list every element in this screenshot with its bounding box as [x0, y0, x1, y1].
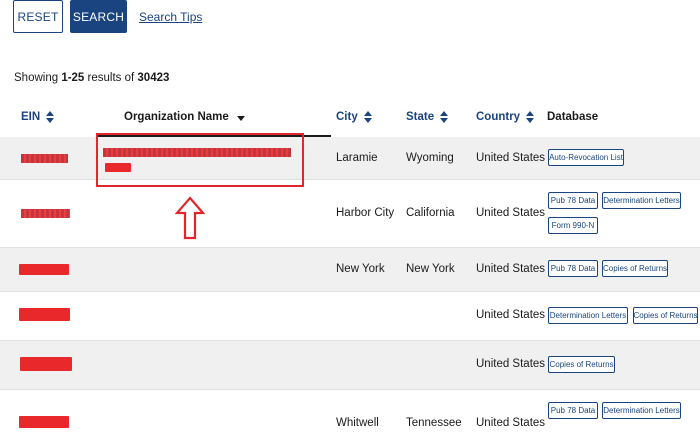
state-header-label: State: [406, 111, 435, 123]
state-cell: Tennessee: [406, 417, 462, 429]
column-header-country[interactable]: Country: [476, 111, 535, 123]
city-cell: Whitwell: [336, 417, 379, 429]
database-tag-determination-letters[interactable]: Determination Letters: [548, 307, 628, 324]
country-header-label: Country: [476, 111, 521, 123]
table-row: Whitwell Tennessee United States Pub 78 …: [0, 390, 700, 432]
database-tag-pub-78-data[interactable]: Pub 78 Data: [548, 260, 598, 277]
results-total: 30423: [137, 72, 170, 84]
column-header-ein[interactable]: EIN: [21, 111, 55, 123]
table-row: Harbor City California United States Pub…: [0, 180, 700, 248]
database-header-label: Database: [547, 111, 599, 123]
sort-descending-icon: [236, 116, 245, 121]
redacted-ein: [19, 308, 70, 321]
table-header: EIN Organization Name City State Country…: [0, 107, 700, 136]
results-prefix: Showing: [14, 72, 62, 84]
database-tag-copies-of-returns[interactable]: Copies of Returns: [633, 307, 698, 324]
redacted-ein: [19, 416, 69, 428]
country-cell: United States: [476, 309, 546, 321]
results-middle: results of: [84, 72, 138, 84]
state-cell: New York: [406, 263, 455, 275]
country-cell: United States: [476, 152, 546, 164]
state-cell: California: [406, 207, 455, 219]
redacted-ein: [19, 264, 69, 275]
city-cell: New York: [336, 263, 385, 275]
database-tag-pub-78-data[interactable]: Pub 78 Data: [548, 402, 598, 419]
redacted-ein: [21, 209, 70, 218]
table-row: United States Copies of Returns: [0, 341, 700, 390]
column-header-organization-name[interactable]: Organization Name: [124, 111, 245, 123]
annotation-up-arrow-icon: [175, 196, 205, 240]
reset-button[interactable]: RESET: [13, 0, 63, 33]
search-toolbar: RESET SEARCH Search Tips: [0, 0, 700, 34]
redacted-ein: [21, 154, 68, 163]
annotation-highlight-box: [96, 133, 304, 187]
org-header-label: Organization Name: [124, 111, 229, 123]
table-row: United States Determination Letters Copi…: [0, 292, 700, 341]
database-tag-form-990-n[interactable]: Form 990-N: [548, 217, 598, 234]
sort-icon: [363, 111, 372, 123]
database-tag-copies-of-returns[interactable]: Copies of Returns: [602, 260, 668, 277]
country-cell: United States: [476, 207, 546, 219]
search-tips-link[interactable]: Search Tips: [139, 10, 202, 24]
database-tag-determination-letters[interactable]: Determination Letters: [602, 402, 681, 419]
results-count: Showing 1-25 results of 30423: [14, 72, 169, 84]
database-tag-auto-revocation-list[interactable]: Auto-Revocation List: [548, 149, 624, 166]
city-cell: Harbor City: [336, 207, 395, 219]
database-tag-determination-letters[interactable]: Determination Letters: [602, 192, 681, 209]
results-range: 1-25: [61, 72, 85, 84]
country-cell: United States: [476, 263, 546, 275]
country-cell: United States: [476, 417, 546, 429]
state-cell: Wyoming: [406, 152, 454, 164]
search-button[interactable]: SEARCH: [70, 0, 127, 33]
sort-icon: [46, 111, 55, 123]
country-cell: United States: [476, 358, 546, 370]
database-tag-pub-78-data[interactable]: Pub 78 Data: [548, 192, 598, 209]
city-cell: Laramie: [336, 152, 378, 164]
column-header-state[interactable]: State: [406, 111, 449, 123]
database-tag-copies-of-returns[interactable]: Copies of Returns: [548, 356, 615, 373]
redacted-ein: [20, 357, 72, 371]
sort-icon: [526, 111, 535, 123]
ein-header-label: EIN: [21, 111, 41, 123]
column-header-city[interactable]: City: [336, 111, 372, 123]
column-header-database: Database: [547, 111, 598, 123]
sort-icon: [440, 111, 449, 123]
table-row: New York New York United States Pub 78 D…: [0, 248, 700, 292]
city-header-label: City: [336, 111, 358, 123]
